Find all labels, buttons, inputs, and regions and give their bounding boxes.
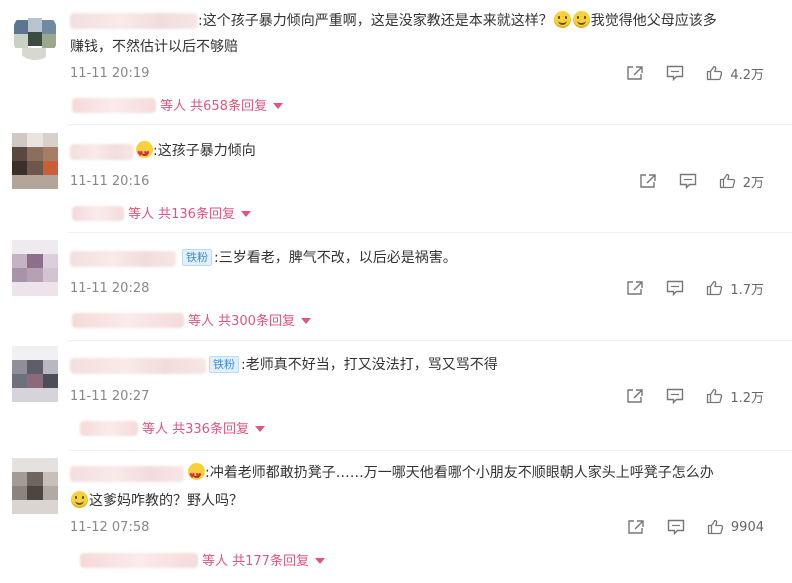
comment-text-main: :这个孩子暴力倾向严重啊，这是没家教还是本来就这样？ bbox=[198, 13, 553, 29]
comment-icon[interactable] bbox=[679, 172, 697, 190]
view-replies-link[interactable]: 等人 共177条回复 bbox=[80, 553, 325, 571]
divider bbox=[68, 340, 792, 341]
divider bbox=[68, 450, 792, 451]
comment-icon[interactable] bbox=[666, 64, 684, 82]
username-redacted[interactable] bbox=[70, 13, 198, 29]
dropdown-triangle-icon bbox=[314, 558, 325, 564]
replier-names-redacted bbox=[72, 98, 156, 113]
fan-badge[interactable]: 铁粉 bbox=[209, 356, 239, 373]
username-redacted[interactable] bbox=[70, 466, 184, 482]
comment-actions: 1.2万 bbox=[604, 386, 764, 406]
comment-icon[interactable] bbox=[666, 387, 684, 405]
avatar[interactable] bbox=[12, 240, 58, 296]
avatar[interactable] bbox=[12, 133, 58, 189]
like-icon[interactable] bbox=[719, 172, 737, 190]
dropdown-triangle-icon bbox=[300, 318, 311, 324]
view-replies-link[interactable]: 等人 共658条回复 bbox=[72, 98, 283, 116]
avatar[interactable] bbox=[12, 10, 58, 60]
comment-actions: 4.2万 bbox=[604, 63, 764, 83]
replies-label: 等人 共336条回复 bbox=[142, 422, 249, 437]
dropdown-triangle-icon bbox=[254, 426, 265, 432]
comment-actions: 2万 bbox=[617, 171, 764, 191]
comment-icon[interactable] bbox=[667, 518, 685, 536]
dropdown-triangle-icon bbox=[272, 103, 283, 109]
heart-eyes-emoji-icon bbox=[136, 141, 153, 167]
share-icon[interactable] bbox=[626, 279, 644, 297]
comment-time: 11-12 07:58 bbox=[70, 520, 150, 535]
comment-time: 11-11 20:28 bbox=[70, 281, 150, 296]
username-redacted[interactable] bbox=[70, 358, 206, 374]
like-icon[interactable] bbox=[706, 279, 724, 297]
comment-text: :这孩子暴力倾向 bbox=[136, 138, 256, 167]
dropdown-triangle-icon bbox=[240, 211, 251, 217]
divider bbox=[68, 124, 792, 125]
replies-label: 等人 共300条回复 bbox=[188, 314, 295, 329]
share-icon[interactable] bbox=[626, 64, 644, 82]
comment-text-main: :三岁看老，脾气不改，以后必是祸害。 bbox=[214, 250, 457, 266]
comment-actions: 1.7万 bbox=[604, 278, 764, 298]
comment-time: 11-11 20:16 bbox=[70, 174, 150, 189]
share-icon[interactable] bbox=[627, 518, 645, 536]
replies-label: 等人 共177条回复 bbox=[202, 554, 309, 569]
comment-actions: 9904 bbox=[605, 517, 764, 537]
avatar[interactable] bbox=[12, 458, 58, 514]
replier-names-redacted bbox=[72, 313, 184, 328]
like-count: 2万 bbox=[742, 175, 764, 191]
fan-badge[interactable]: 铁粉 bbox=[182, 249, 212, 266]
comment-text: 铁粉:老师真不好当，打又没法打，骂又骂不得 bbox=[209, 352, 498, 378]
comment-time: 11-11 20:27 bbox=[70, 389, 150, 404]
heart-eyes-emoji-icon bbox=[188, 463, 205, 489]
smile-emoji-icon bbox=[553, 11, 571, 28]
replies-label: 等人 共658条回复 bbox=[160, 99, 267, 114]
username-redacted[interactable] bbox=[70, 251, 176, 267]
comment-text-main: :老师真不好当，打又没法打，骂又骂不得 bbox=[241, 357, 498, 373]
like-count: 9904 bbox=[730, 519, 764, 535]
smile-emoji-icon bbox=[572, 11, 590, 28]
comment-text-line2: 赚钱，不然估计以后不够赔 bbox=[70, 39, 238, 55]
smile-emoji-icon bbox=[71, 491, 88, 508]
replier-names-redacted bbox=[80, 421, 138, 436]
share-icon[interactable] bbox=[626, 387, 644, 405]
comment-text: :这个孩子暴力倾向严重啊，这是没家教还是本来就这样？ 我觉得他父母应该多 bbox=[198, 8, 768, 34]
like-icon[interactable] bbox=[707, 518, 725, 536]
comment-text-cont: 我觉得他父母应该多 bbox=[590, 13, 717, 29]
username-redacted[interactable] bbox=[70, 144, 134, 160]
like-count: 4.2万 bbox=[730, 67, 764, 83]
replier-names-redacted bbox=[72, 206, 124, 221]
divider bbox=[68, 232, 792, 233]
comment-text-line2: 这爹妈咋教的？野人吗？ bbox=[70, 488, 243, 514]
comment-text-main: :冲着老师都敢扔凳子……万一哪天他看哪个小朋友不顺眼朝人家头上呼凳子怎么办 bbox=[205, 465, 714, 481]
view-replies-link[interactable]: 等人 共300条回复 bbox=[72, 313, 311, 331]
comment-icon[interactable] bbox=[666, 279, 684, 297]
replier-names-redacted bbox=[80, 553, 198, 568]
like-count: 1.7万 bbox=[730, 282, 764, 298]
comment-time: 11-11 20:19 bbox=[70, 66, 150, 81]
like-icon[interactable] bbox=[706, 64, 724, 82]
avatar[interactable] bbox=[12, 346, 58, 402]
like-icon[interactable] bbox=[706, 387, 724, 405]
comment-text: :冲着老师都敢扔凳子……万一哪天他看哪个小朋友不顺眼朝人家头上呼凳子怎么办 bbox=[188, 460, 768, 489]
replies-label: 等人 共136条回复 bbox=[128, 207, 235, 222]
view-replies-link[interactable]: 等人 共136条回复 bbox=[72, 206, 251, 224]
comment-text-main: :这孩子暴力倾向 bbox=[153, 143, 256, 159]
share-icon[interactable] bbox=[639, 172, 657, 190]
view-replies-link[interactable]: 等人 共336条回复 bbox=[80, 421, 265, 439]
comment-text: 铁粉:三岁看老，脾气不改，以后必是祸害。 bbox=[182, 245, 457, 271]
comment-text-cont: 这爹妈咋教的？野人吗？ bbox=[89, 493, 243, 509]
like-count: 1.2万 bbox=[730, 390, 764, 406]
